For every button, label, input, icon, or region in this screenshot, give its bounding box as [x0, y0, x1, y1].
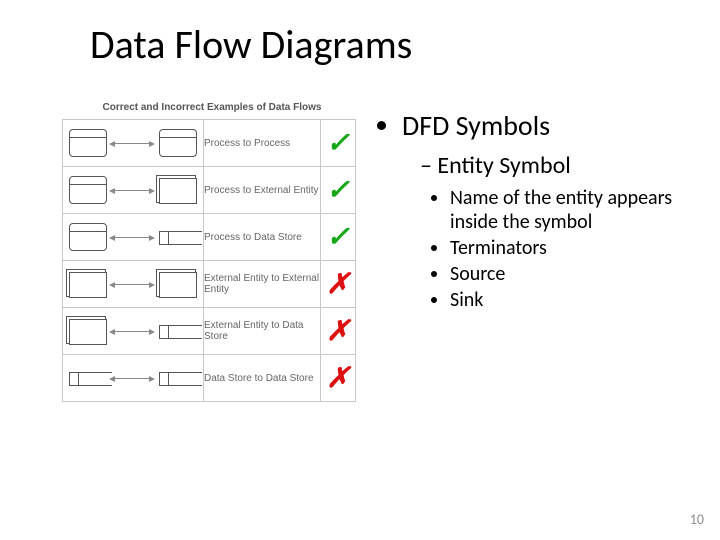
- table-row: External Entity to External Entity✗: [63, 261, 356, 308]
- bullet-l2-text: Entity Symbol: [437, 151, 570, 180]
- shapes-cell: [63, 167, 203, 213]
- cross-icon: ✗: [321, 308, 356, 355]
- bullet-l3-item: Name of the entity appears inside the sy…: [450, 186, 700, 234]
- double-arrow-icon: [111, 331, 153, 332]
- bullet-l1-text: DFD Symbols: [402, 108, 550, 143]
- slide: Data Flow Diagrams Correct and Incorrect…: [0, 0, 720, 540]
- cross-icon: ✗: [321, 261, 356, 308]
- content-block: DFD Symbols Entity Symbol Name of the en…: [380, 108, 700, 314]
- bullet-l1: DFD Symbols Entity Symbol Name of the en…: [402, 108, 700, 312]
- double-arrow-icon: [111, 143, 153, 144]
- bullet-l3-item: Terminators: [450, 236, 700, 260]
- table-row: Process to Data Store✓: [63, 214, 356, 261]
- double-arrow-icon: [111, 378, 153, 379]
- table-row: Process to Process✓: [63, 120, 356, 167]
- shapes-cell: [63, 214, 203, 260]
- shapes-cell: [63, 308, 203, 354]
- row-label: Process to Data Store: [204, 214, 321, 261]
- row-label: External Entity to External Entity: [204, 261, 321, 308]
- shapes-cell: [63, 261, 203, 307]
- bullet-l3-list: Name of the entity appears inside the sy…: [420, 186, 700, 312]
- slide-title: Data Flow Diagrams: [90, 20, 412, 69]
- bullet-l2: Entity Symbol Name of the entity appears…: [420, 151, 700, 312]
- bullet-l3-item: Sink: [450, 288, 700, 312]
- double-arrow-icon: [111, 284, 153, 285]
- row-label: Data Store to Data Store: [204, 355, 321, 402]
- row-label: External Entity to Data Store: [204, 308, 321, 355]
- row-label: Process to Process: [204, 120, 321, 167]
- figure-caption: Correct and Incorrect Examples of Data F…: [62, 102, 362, 113]
- check-icon: ✓: [321, 120, 356, 167]
- dfd-examples-figure: Correct and Incorrect Examples of Data F…: [62, 102, 362, 402]
- row-label: Process to External Entity: [204, 167, 321, 214]
- shapes-cell: [63, 355, 203, 401]
- check-icon: ✓: [321, 167, 356, 214]
- table-row: Data Store to Data Store✗: [63, 355, 356, 402]
- cross-icon: ✗: [321, 355, 356, 402]
- check-icon: ✓: [321, 214, 356, 261]
- dfd-examples-table: Process to Process✓Process to External E…: [62, 119, 356, 402]
- table-row: External Entity to Data Store✗: [63, 308, 356, 355]
- double-arrow-icon: [111, 190, 153, 191]
- page-number: 10: [690, 511, 704, 528]
- table-row: Process to External Entity✓: [63, 167, 356, 214]
- bullet-l3-item: Source: [450, 262, 700, 286]
- double-arrow-icon: [111, 237, 153, 238]
- shapes-cell: [63, 120, 203, 166]
